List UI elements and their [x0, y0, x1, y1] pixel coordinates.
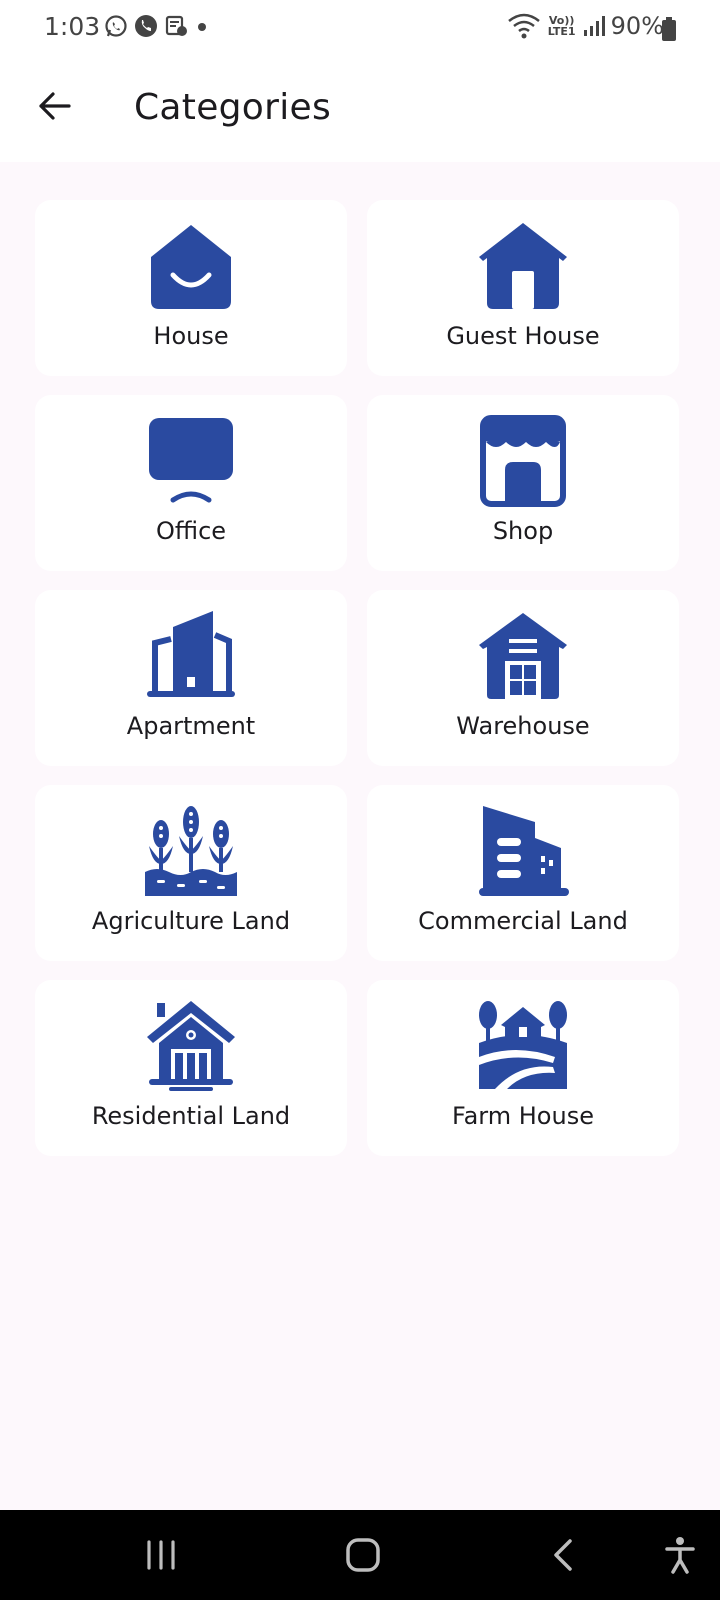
signal-icon — [583, 16, 605, 36]
farm-house-icon — [475, 997, 571, 1093]
category-label: Office — [155, 517, 227, 545]
category-label: House — [153, 322, 229, 350]
house-smile-icon — [143, 217, 239, 313]
back-icon — [554, 1539, 572, 1571]
status-notification-icons — [104, 14, 210, 38]
system-nav-bar — [0, 1510, 720, 1600]
recent-apps-button[interactable] — [131, 1530, 191, 1580]
battery-percent: 90% — [610, 12, 664, 40]
category-card-residential-land[interactable]: Residential Land — [35, 980, 347, 1156]
more-dot-icon — [198, 23, 206, 31]
category-card-farm-house[interactable]: Farm House — [367, 980, 679, 1156]
home-button[interactable] — [333, 1530, 393, 1580]
status-time: 1:03 — [44, 12, 101, 41]
category-card-office[interactable]: Office — [35, 395, 347, 571]
agriculture-crops-icon — [143, 802, 239, 898]
category-label: Commercial Land — [418, 907, 628, 935]
category-label: Warehouse — [456, 712, 590, 740]
accessibility-button[interactable] — [650, 1530, 710, 1580]
wifi-icon — [507, 13, 540, 39]
category-grid: House Guest House Office Shop Apartment … — [35, 200, 685, 1156]
commercial-building-icon — [475, 802, 571, 898]
accessibility-icon — [665, 1537, 695, 1574]
nav-back-button[interactable] — [533, 1530, 593, 1580]
category-label: Residential Land — [91, 1102, 291, 1130]
home-icon — [346, 1538, 380, 1572]
category-label: Apartment — [126, 712, 256, 740]
apartment-buildings-icon — [143, 607, 239, 703]
page-title: Categories — [134, 87, 332, 128]
office-monitor-icon — [143, 412, 239, 508]
app-bar: Categories — [0, 58, 720, 162]
status-system-icons: Vo)) LTE1 90% — [507, 12, 664, 40]
category-card-apartment[interactable]: Apartment — [35, 590, 347, 766]
category-card-shop[interactable]: Shop — [367, 395, 679, 571]
category-card-house[interactable]: House — [35, 200, 347, 376]
category-card-warehouse[interactable]: Warehouse — [367, 590, 679, 766]
category-label: Shop — [492, 517, 554, 545]
category-label: Agriculture Land — [91, 907, 291, 935]
back-button[interactable] — [30, 82, 78, 130]
category-label: Farm House — [452, 1102, 594, 1130]
status-bar: 1:03 Vo)) LTE1 90% — [0, 0, 720, 58]
whatsapp-icon — [105, 15, 127, 37]
category-card-commercial-land[interactable]: Commercial Land — [367, 785, 679, 961]
network-type-label: Vo)) LTE1 — [547, 14, 576, 38]
phone-call-icon — [135, 15, 157, 37]
arrow-left-icon — [39, 92, 71, 120]
battery-icon — [662, 17, 676, 41]
category-card-agriculture-land[interactable]: Agriculture Land — [35, 785, 347, 961]
category-card-guest-house[interactable]: Guest House — [367, 200, 679, 376]
guest-house-icon — [475, 217, 571, 313]
residential-home-icon — [143, 997, 239, 1093]
category-label: Guest House — [446, 322, 600, 350]
shop-storefront-icon — [475, 412, 571, 508]
notification-doc-icon — [165, 15, 187, 36]
warehouse-icon — [475, 607, 571, 703]
recent-apps-icon — [147, 1540, 175, 1570]
